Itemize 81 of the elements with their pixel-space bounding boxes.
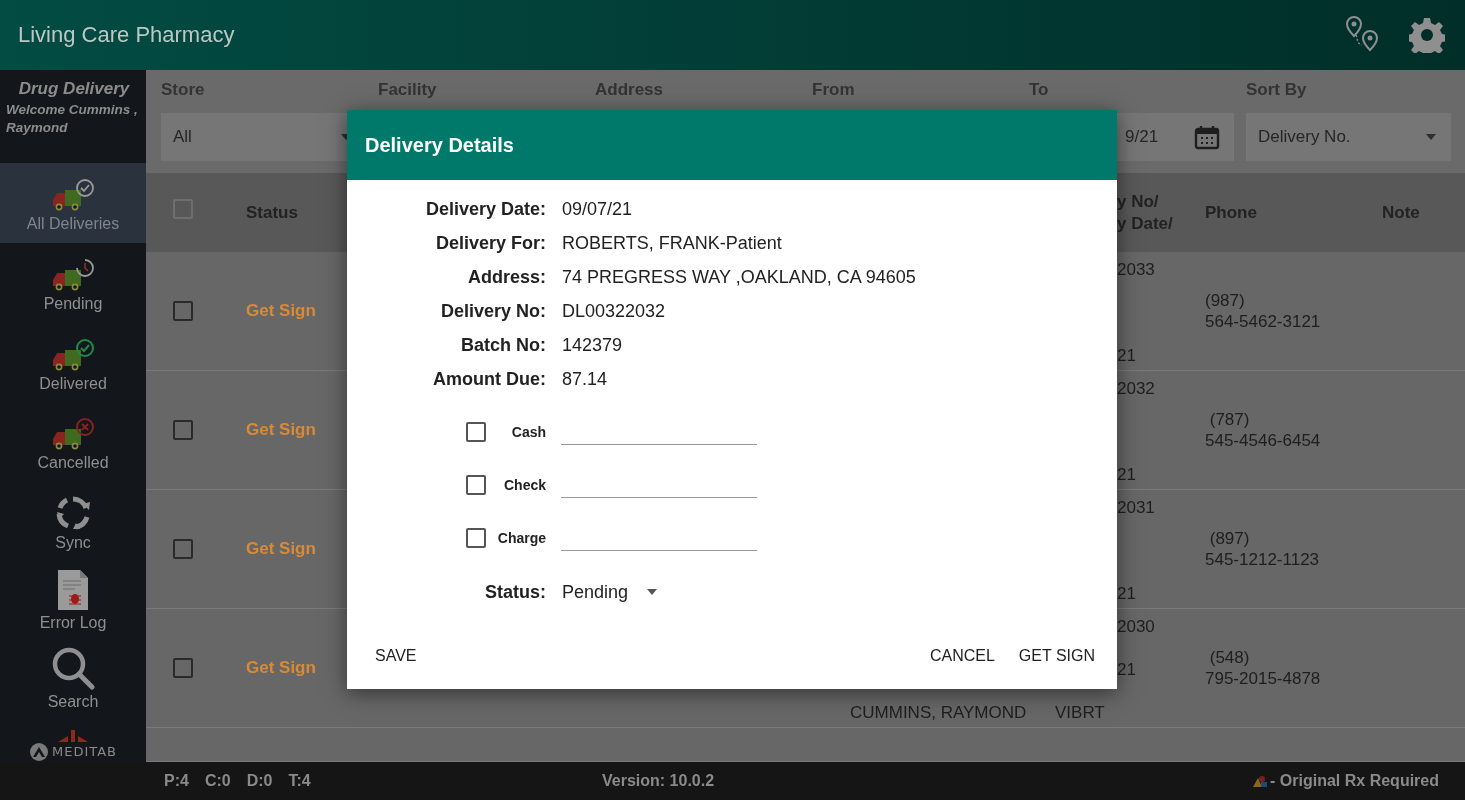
field-label: Batch No: <box>460 334 546 356</box>
count-text: T:4 <box>288 772 311 790</box>
table-cell-text: (548) <box>1208 647 1251 668</box>
field-label: Delivery Date: <box>424 198 546 220</box>
table-cell-text: 21 <box>1116 346 1137 366</box>
filter-label: Store <box>161 79 206 101</box>
count-text: C:0 <box>204 772 231 790</box>
table-cell-text: 2030 <box>1116 617 1156 637</box>
settings-icon[interactable] <box>1409 17 1445 53</box>
checkbox-label: Check <box>502 476 546 493</box>
sidebar-item[interactable]: Error Log <box>0 561 146 642</box>
dialog-button[interactable]: SAVE <box>363 639 429 673</box>
checkbox[interactable] <box>466 527 486 548</box>
truck-clock-icon <box>51 257 95 292</box>
sync-icon <box>55 494 91 531</box>
table-cell-text: 21 <box>1116 465 1137 485</box>
rx-legend-icon <box>1252 774 1269 788</box>
checkbox[interactable] <box>172 539 193 559</box>
dialog-button[interactable]: GET SIGN <box>1006 639 1107 673</box>
partial-icon <box>58 727 88 742</box>
checkbox[interactable] <box>466 421 486 442</box>
field-label: Delivery No: <box>439 300 546 322</box>
field-value: 74 PREGRESS WAY ,OAKLAND, CA 94605 <box>562 266 917 288</box>
checkbox[interactable] <box>466 474 486 495</box>
field-label: Status: <box>484 581 546 603</box>
sidebar-item[interactable]: All Deliveries <box>0 163 146 244</box>
checkbox[interactable] <box>172 301 193 321</box>
dropdown-field[interactable]: Delivery No. <box>1246 113 1451 161</box>
legend-text: - Original Rx Required <box>1270 772 1439 790</box>
app-title: Living Care Pharmacy <box>18 22 236 48</box>
field-value: DL00322032 <box>562 300 667 322</box>
filter-label: From <box>812 79 856 101</box>
table-cell-text: 545-4546-6454 <box>1205 430 1322 451</box>
checkbox[interactable] <box>172 420 193 440</box>
dialog-title: Delivery Details <box>365 133 514 157</box>
welcome-text: Welcome Cummins , Raymond <box>6 101 139 137</box>
table-cell-text: VIBRT <box>1055 703 1106 723</box>
caret-icon <box>646 588 659 596</box>
sidebar-item[interactable]: Pending <box>0 243 146 323</box>
field-value: 09/07/21 <box>562 198 634 220</box>
field-value: 142379 <box>562 334 624 356</box>
sidebar-item[interactable]: Search <box>0 641 146 722</box>
table-cell-text: (897) <box>1208 528 1251 549</box>
app-section-title: Drug Delivery <box>17 79 131 99</box>
field-label: Amount Due: <box>432 368 546 390</box>
table-cell-text: (987) <box>1205 290 1246 311</box>
checkbox-label: Cash <box>510 423 546 440</box>
truck-cross-icon <box>51 417 95 452</box>
field-label: Delivery For: <box>434 232 546 254</box>
table-cell: CUMMINS, RAYMOND <box>850 703 1027 723</box>
table-cell-text: 2031 <box>1116 498 1156 518</box>
checkbox-label: Charge <box>496 529 546 546</box>
caret-icon <box>1425 133 1437 141</box>
table-cell-text: 21 <box>1116 660 1137 680</box>
table-cell-text: 545-1212-1123 <box>1205 549 1321 570</box>
dialog-button[interactable]: CANCEL <box>917 639 1007 673</box>
sidebar-item[interactable]: Delivered <box>0 322 146 403</box>
table-cell-text: (787) <box>1208 409 1251 430</box>
status-dropdown[interactable]: Pending <box>562 581 672 603</box>
logo-text: MEDITAB <box>52 744 117 760</box>
filter-label: Sort By <box>1246 79 1308 101</box>
table-cell-text: 21 <box>1116 584 1137 604</box>
search-icon <box>51 646 95 691</box>
count-text: P:4 <box>164 772 189 790</box>
table-cell-text: 795-2015-4878 <box>1205 668 1322 689</box>
version-text: Version: 10.0.2 <box>602 772 715 789</box>
table-cell-text: 2033 <box>1116 260 1156 280</box>
count-text: D:0 <box>246 772 273 790</box>
table-cell-text: 564-5462-3121 <box>1205 311 1322 332</box>
field-value: 87.14 <box>562 368 609 390</box>
sidebar-item[interactable]: Cancelled <box>0 402 146 483</box>
document-bug-icon <box>57 568 89 611</box>
truck-check-icon <box>51 337 95 372</box>
calendar-icon <box>1194 124 1220 150</box>
filter-label: Address <box>595 79 665 101</box>
table-cell-text: 2032 <box>1116 379 1156 399</box>
field-value: ROBERTS, FRANK-Patient <box>562 232 783 254</box>
sidebar-item[interactable]: Sync <box>0 482 146 562</box>
field-label: Address: <box>466 266 546 288</box>
checkbox[interactable] <box>172 658 193 678</box>
truck-check-icon <box>51 178 95 213</box>
